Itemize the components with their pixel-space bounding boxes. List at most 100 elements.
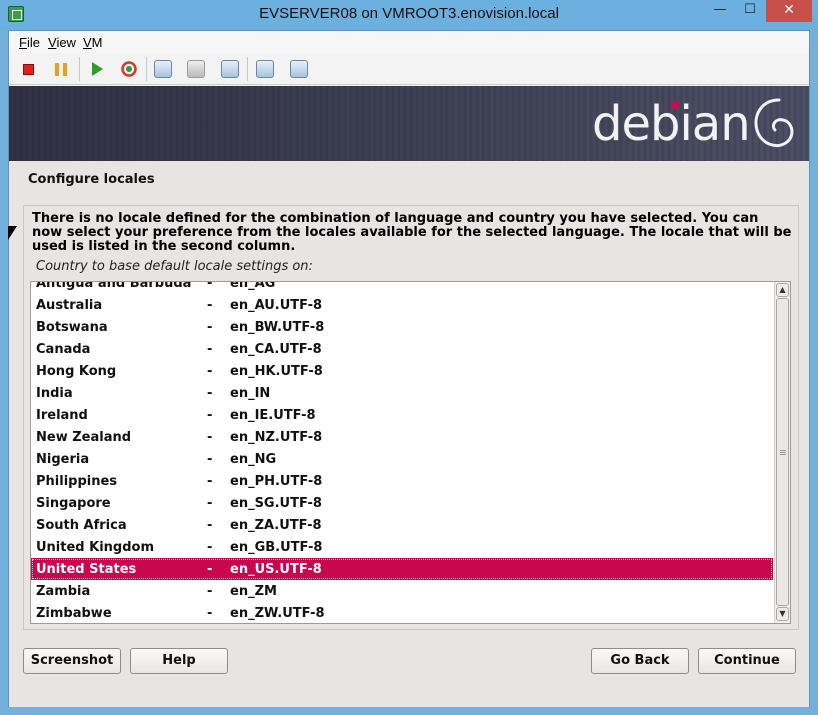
- locale-code: en_ZA.UTF-8: [230, 518, 322, 533]
- play-icon[interactable]: [86, 58, 108, 80]
- country-name: Philippines: [36, 474, 118, 489]
- page-title: Configure locales: [28, 172, 155, 187]
- country-name: Zimbabwe: [36, 606, 112, 621]
- vm-console-window: File View VM debian Configure locales Th…: [8, 30, 810, 707]
- column-separator: -: [207, 342, 213, 357]
- scroll-down-icon[interactable]: ▼: [776, 607, 789, 621]
- stop-icon[interactable]: [17, 58, 39, 80]
- locale-code: en_CA.UTF-8: [230, 342, 322, 357]
- country-name: South Africa: [36, 518, 127, 533]
- country-name: Singapore: [36, 496, 111, 511]
- column-separator: -: [207, 386, 213, 401]
- pause-icon[interactable]: [50, 58, 72, 80]
- locale-row[interactable]: United Kingdom - en_GB.UTF-8: [31, 536, 773, 558]
- settings-icon[interactable]: [254, 58, 276, 80]
- column-separator: -: [207, 562, 213, 577]
- locale-code: en_ZW.UTF-8: [230, 606, 325, 621]
- locale-code: en_IN: [230, 386, 271, 401]
- scroll-thumb[interactable]: [776, 298, 789, 606]
- maximize-button[interactable]: ☐: [736, 0, 764, 22]
- column-separator: -: [207, 430, 213, 445]
- locale-code: en_GB.UTF-8: [230, 540, 323, 555]
- column-separator: -: [207, 474, 213, 489]
- country-name: India: [36, 386, 73, 401]
- country-name: Nigeria: [36, 452, 90, 467]
- locale-code: en_SG.UTF-8: [230, 496, 322, 511]
- locale-code: en_BW.UTF-8: [230, 320, 325, 335]
- locale-row[interactable]: New Zealand - en_NZ.UTF-8: [31, 426, 773, 448]
- column-separator: -: [207, 364, 213, 379]
- continue-button[interactable]: Continue: [698, 648, 796, 674]
- tools-icon[interactable]: [288, 58, 310, 80]
- menu-bar: File View VM: [9, 31, 809, 53]
- locale-code: en_ZM: [230, 584, 277, 599]
- debian-banner: debian: [9, 86, 809, 161]
- locale-row[interactable]: Botswana - en_BW.UTF-8: [31, 316, 773, 338]
- column-separator: -: [207, 281, 213, 291]
- revert-snapshot-icon[interactable]: [185, 58, 207, 80]
- locale-row[interactable]: India - en_IN: [31, 382, 773, 404]
- country-name: Antigua and Barbuda: [36, 281, 192, 291]
- country-name: Australia: [36, 298, 103, 313]
- list-scrollbar[interactable]: ▲ ▼: [774, 282, 790, 623]
- locale-code: en_AU.UTF-8: [230, 298, 323, 313]
- manage-snapshots-icon[interactable]: [219, 58, 241, 80]
- locale-row[interactable]: Antigua and Barbuda - en_AG: [31, 281, 773, 294]
- menu-vm[interactable]: VM: [83, 35, 103, 50]
- vm-guest-screen[interactable]: debian Configure locales There is no loc…: [9, 86, 809, 707]
- locale-rows: Antigua and Barbuda - en_AG Australia - en_AU…: [31, 281, 773, 623]
- locale-row[interactable]: South Africa - en_ZA.UTF-8: [31, 514, 773, 536]
- locale-row[interactable]: Ireland - en_IE.UTF-8: [31, 404, 773, 426]
- column-separator: -: [207, 320, 213, 335]
- description-text: There is no locale defined for the combi…: [32, 211, 792, 254]
- column-separator: -: [207, 408, 213, 423]
- toolbar: [9, 53, 809, 85]
- country-name: Hong Kong: [36, 364, 117, 379]
- mouse-pointer-icon: [8, 226, 17, 240]
- column-separator: -: [207, 540, 213, 555]
- snapshot-icon[interactable]: [152, 58, 174, 80]
- debian-logo-dot: [671, 101, 679, 109]
- locale-list[interactable]: Antigua and Barbuda - en_AG Australia - en_AU…: [30, 281, 791, 624]
- menu-file[interactable]: File: [19, 35, 40, 50]
- menu-view[interactable]: View: [48, 35, 76, 50]
- country-name: United Kingdom: [36, 540, 155, 555]
- debian-swirl-icon: [754, 98, 794, 147]
- go-back-button[interactable]: Go Back: [591, 648, 689, 674]
- locale-row[interactable]: Nigeria - en_NG: [31, 448, 773, 470]
- locale-code: en_IE.UTF-8: [230, 408, 316, 423]
- locale-row[interactable]: Philippines - en_PH.UTF-8: [31, 470, 773, 492]
- screenshot-button[interactable]: Screenshot: [23, 648, 121, 674]
- locale-row[interactable]: United States - en_US.UTF-8: [31, 558, 773, 580]
- locale-code: en_US.UTF-8: [230, 562, 322, 577]
- country-name: Canada: [36, 342, 91, 357]
- locale-code: en_NZ.UTF-8: [230, 430, 323, 445]
- locale-code: en_HK.UTF-8: [230, 364, 323, 379]
- minimize-button[interactable]: —: [706, 0, 734, 22]
- locale-row[interactable]: Singapore - en_SG.UTF-8: [31, 492, 773, 514]
- toolbar-separator: [146, 57, 147, 81]
- reset-icon[interactable]: [118, 58, 140, 80]
- locale-row[interactable]: Canada - en_CA.UTF-8: [31, 338, 773, 360]
- help-button[interactable]: Help: [130, 648, 228, 674]
- scroll-grip-icon: [780, 450, 786, 455]
- column-separator: -: [207, 452, 213, 467]
- locale-code: en_AG: [230, 281, 276, 291]
- locale-code: en_PH.UTF-8: [230, 474, 323, 489]
- locale-row[interactable]: Zimbabwe - en_ZW.UTF-8: [31, 602, 773, 623]
- column-separator: -: [207, 298, 213, 313]
- column-separator: -: [207, 606, 213, 621]
- window-title: EVSERVER08 on VMROOT3.enovision.local: [259, 5, 559, 22]
- country-name: New Zealand: [36, 430, 132, 445]
- column-separator: -: [207, 518, 213, 533]
- country-name: Zambia: [36, 584, 91, 599]
- window-title-bar[interactable]: EVSERVER08 on VMROOT3.enovision.local — …: [0, 0, 818, 30]
- locale-panel: There is no locale defined for the combi…: [23, 205, 799, 630]
- locale-row[interactable]: Australia - en_AU.UTF-8: [31, 294, 773, 316]
- close-button[interactable]: ✕: [766, 0, 812, 22]
- locale-row[interactable]: Hong Kong - en_HK.UTF-8: [31, 360, 773, 382]
- scroll-up-icon[interactable]: ▲: [776, 283, 789, 297]
- locale-row[interactable]: Zambia - en_ZM: [31, 580, 773, 602]
- locale-code: en_NG: [230, 452, 277, 467]
- country-name: Botswana: [36, 320, 108, 335]
